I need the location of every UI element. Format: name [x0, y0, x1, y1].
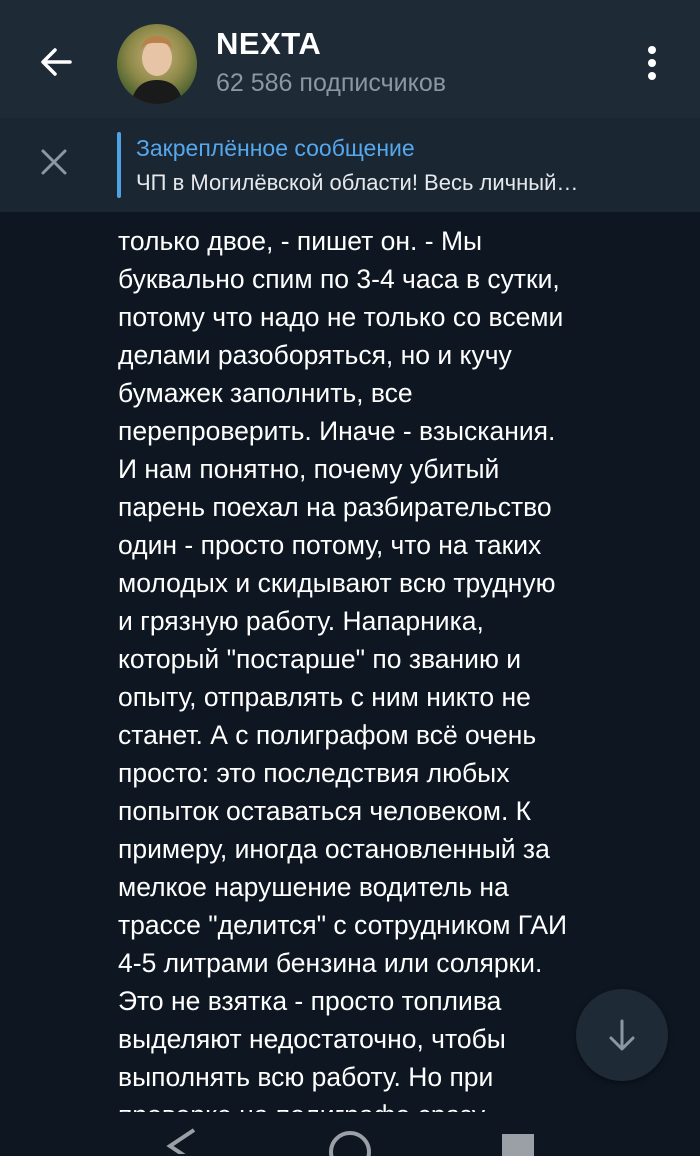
- message-line: буквально спим по 3-4 часа в сутки,: [118, 264, 560, 294]
- back-button[interactable]: [30, 36, 82, 88]
- message-line: И нам понятно, почему убитый: [118, 454, 500, 484]
- chat-header: [0, 0, 700, 118]
- pinned-text: ЧП в Могилёвской области! Весь личный…: [136, 170, 579, 195]
- channel-title[interactable]: NEXTA: [216, 26, 321, 62]
- message-line: проверке на полиграфе сразу: [118, 1096, 678, 1112]
- nav-recent-icon[interactable]: [500, 1132, 536, 1156]
- pinned-close-button[interactable]: [30, 138, 78, 186]
- message-line: один - просто потому, что на таких: [118, 530, 542, 560]
- message-line: [118, 212, 678, 222]
- message-line: перепроверить. Иначе - взыскания.: [118, 416, 556, 446]
- message-line: делами разоборяться, но и кучу: [118, 340, 512, 370]
- nav-back-icon[interactable]: [160, 1124, 200, 1154]
- close-icon: [41, 149, 67, 175]
- message-line: станет. А с полиграфом всё очень: [118, 720, 537, 750]
- avatar-portrait: [131, 36, 183, 104]
- message-line: попыток оставаться человеком. К: [118, 796, 532, 826]
- pinned-accent-bar: [117, 132, 121, 198]
- message-bubble: только двое, - пишет он. - Мы буквально с…: [118, 212, 678, 1112]
- nav-home-icon[interactable]: [326, 1126, 374, 1156]
- subscriber-count: 62 586 подписчиков: [216, 69, 447, 97]
- message-line: примеру, иногда остановленный за: [118, 834, 550, 864]
- message-line: мелкое нарушение водитель на: [118, 872, 509, 902]
- message-line: и грязную работу. Напарника,: [118, 606, 484, 636]
- message-line: 4-5 литрами бензина или солярки.: [118, 948, 543, 978]
- channel-avatar[interactable]: [117, 24, 197, 104]
- more-vertical-icon: [648, 46, 656, 80]
- message-line: просто: это последствия любых: [118, 758, 510, 788]
- pinned-title: Закреплённое сообщение: [136, 135, 415, 161]
- message-line: опыту, отправлять с ним никто не: [118, 682, 531, 712]
- message-text: только двое, - пишет он. - Мы буквально с…: [118, 212, 678, 1112]
- arrow-left-icon: [41, 48, 72, 76]
- message-line: только двое, - пишет он. - Мы: [118, 226, 483, 256]
- message-line: парень поехал на разбирательство: [118, 492, 552, 522]
- scroll-down-button[interactable]: [576, 989, 668, 1081]
- pinned-message-bar[interactable]: [0, 118, 700, 212]
- message-line: трассе "делится" с сотрудником ГАИ: [118, 910, 568, 940]
- message-line: молодых и скидывают всю трудную: [118, 568, 556, 598]
- message-line: который "постарше" по званию и: [118, 644, 521, 674]
- message-line: потому что надо не только со всеми: [118, 302, 564, 332]
- arrow-down-icon: [609, 1019, 635, 1051]
- menu-button[interactable]: [630, 38, 674, 88]
- message-line: бумажек заполнить, все: [118, 378, 413, 408]
